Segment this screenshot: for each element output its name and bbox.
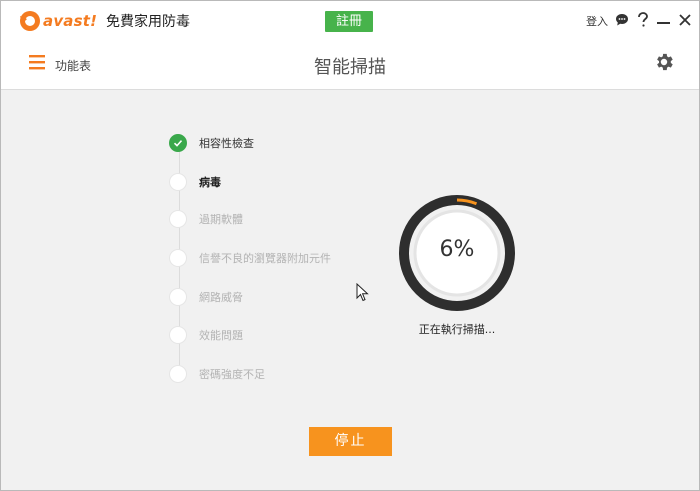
register-button[interactable]: 註冊 xyxy=(325,11,373,32)
step-indicator xyxy=(169,249,187,267)
brand-name: avast! xyxy=(43,12,98,30)
scan-step: 過期軟體 xyxy=(169,209,243,229)
step-label: 相容性檢查 xyxy=(199,137,254,150)
step-label: 密碼強度不足 xyxy=(199,368,265,381)
gear-icon[interactable] xyxy=(653,51,675,73)
avast-logo-icon xyxy=(20,11,40,31)
step-indicator xyxy=(169,173,187,191)
app-window: avast! 免費家用防毒 註冊 登入 功能表 智能掃描 相容性檢查 病毒 過期… xyxy=(0,0,700,491)
page-title: 智能掃描 xyxy=(314,57,386,78)
scan-step: 密碼強度不足 xyxy=(169,364,265,384)
header-bar: 功能表 智能掃描 xyxy=(1,39,699,90)
scan-step: 網路威脅 xyxy=(169,287,243,307)
step-label: 網路威脅 xyxy=(199,291,243,304)
step-indicator xyxy=(169,365,187,383)
close-icon[interactable] xyxy=(679,14,691,26)
scan-status: 正在執行掃描... xyxy=(418,323,496,336)
help-icon[interactable] xyxy=(637,12,649,28)
step-indicator xyxy=(169,288,187,306)
scan-step: 相容性檢查 xyxy=(169,133,254,153)
titlebar: avast! 免費家用防毒 註冊 登入 xyxy=(1,1,699,39)
scan-step: 信譽不良的瀏覽器附加元件 xyxy=(169,248,331,268)
mouse-cursor-icon xyxy=(356,283,369,302)
step-label: 病毒 xyxy=(199,176,221,189)
minimize-icon[interactable] xyxy=(657,21,670,25)
step-label: 信譽不良的瀏覽器附加元件 xyxy=(199,252,331,265)
check-icon xyxy=(169,134,187,152)
login-link[interactable]: 登入 xyxy=(586,13,608,29)
progress-percent: 6% xyxy=(439,237,475,262)
avast-logo: avast! xyxy=(19,10,97,32)
app-name: 免費家用防毒 xyxy=(106,14,190,30)
scan-step: 病毒 xyxy=(169,172,221,192)
step-label: 過期軟體 xyxy=(199,213,243,226)
stop-button[interactable]: 停止 xyxy=(309,427,392,456)
scan-step: 效能問題 xyxy=(169,325,243,345)
step-indicator xyxy=(169,210,187,228)
chat-icon[interactable] xyxy=(615,13,629,27)
step-label: 效能問題 xyxy=(199,329,243,342)
step-indicator xyxy=(169,326,187,344)
